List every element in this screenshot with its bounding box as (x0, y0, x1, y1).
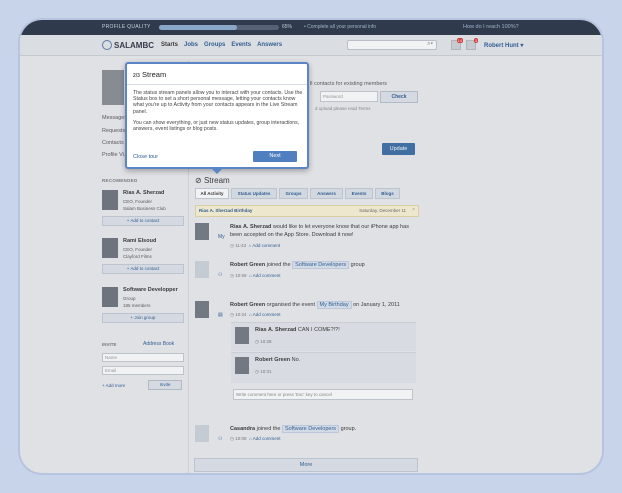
tour-paragraph: The status stream panels allow you to in… (133, 90, 303, 115)
close-tour-link[interactable]: Close tour (133, 154, 158, 160)
tour-paragraph: You can show everything, or just new sta… (133, 119, 300, 133)
complete-info-link[interactable]: • Complete all your personal info (304, 24, 376, 30)
profile-progress-pct: 65% (282, 24, 293, 30)
how-reach-100-link[interactable]: How do I reach 100%? (463, 24, 519, 30)
app-frame: PROFILE QUALITY 65% • Complete all your … (20, 20, 602, 473)
tour-divider (127, 84, 307, 85)
tour-popup: 2/3 Stream The status stream panels allo… (125, 62, 309, 174)
tour-overlay (20, 35, 602, 473)
profile-progress-bar (159, 25, 279, 30)
profile-quality-label: PROFILE QUALITY (102, 24, 151, 30)
profile-quality-bar: PROFILE QUALITY 65% • Complete all your … (20, 20, 602, 35)
tour-body: The status stream panels allow you to in… (133, 90, 303, 137)
tour-title: 2/3 Stream (133, 70, 166, 79)
tour-step: 2/3 (133, 73, 140, 79)
tour-title-text: Stream (142, 70, 167, 79)
next-button[interactable]: Next (253, 151, 297, 162)
profile-progress-fill (159, 25, 237, 30)
